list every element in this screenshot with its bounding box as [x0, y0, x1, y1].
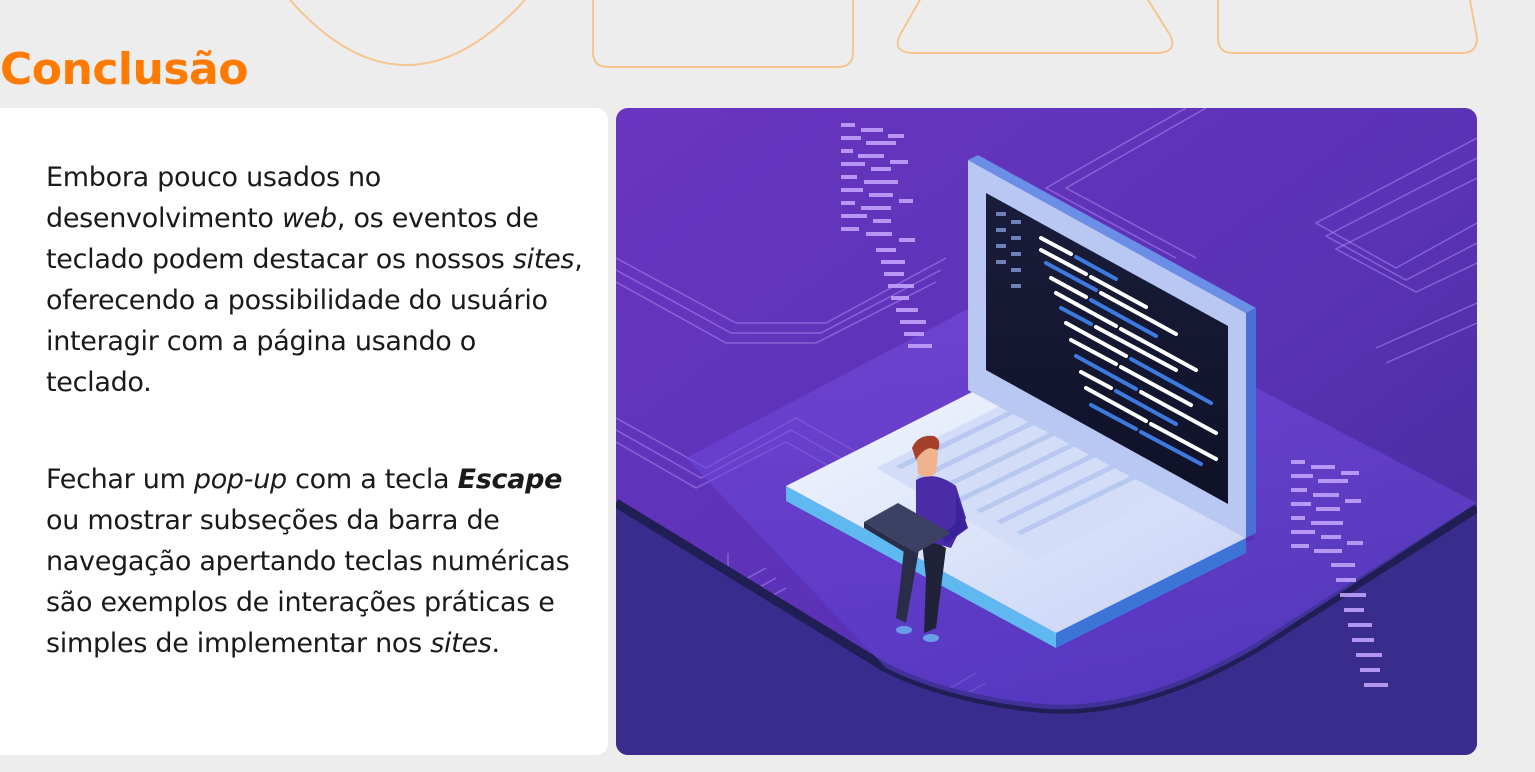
emphasis-web: web — [281, 203, 337, 234]
paragraph-examples-text: Fechar um — [46, 464, 194, 495]
paragraph-intro: Embora pouco usados no desenvolvimento w… — [46, 157, 586, 403]
triangle-outline — [896, 0, 1174, 54]
emphasis-sites: sites — [512, 244, 575, 275]
emphasis-pop-up: pop-up — [193, 464, 287, 495]
rectangle-outline — [1217, 0, 1479, 54]
illustration-laptop-coding — [616, 108, 1477, 755]
person-shoe — [923, 634, 939, 642]
rounded-rect-outline — [592, 0, 854, 68]
illustration-image — [616, 108, 1477, 755]
paragraph-examples-text: com a tecla — [286, 464, 458, 495]
paragraph-examples: Fechar um pop-up com a tecla Escape ou m… — [46, 459, 586, 664]
emphasis-sites: sites — [430, 628, 492, 659]
paragraph-examples-text: . — [491, 628, 501, 659]
page-title: Conclusão — [0, 44, 248, 95]
person-shoe — [896, 626, 912, 634]
emphasis-escape-key: Escape — [457, 464, 563, 495]
half-circle-outline — [289, 0, 526, 66]
